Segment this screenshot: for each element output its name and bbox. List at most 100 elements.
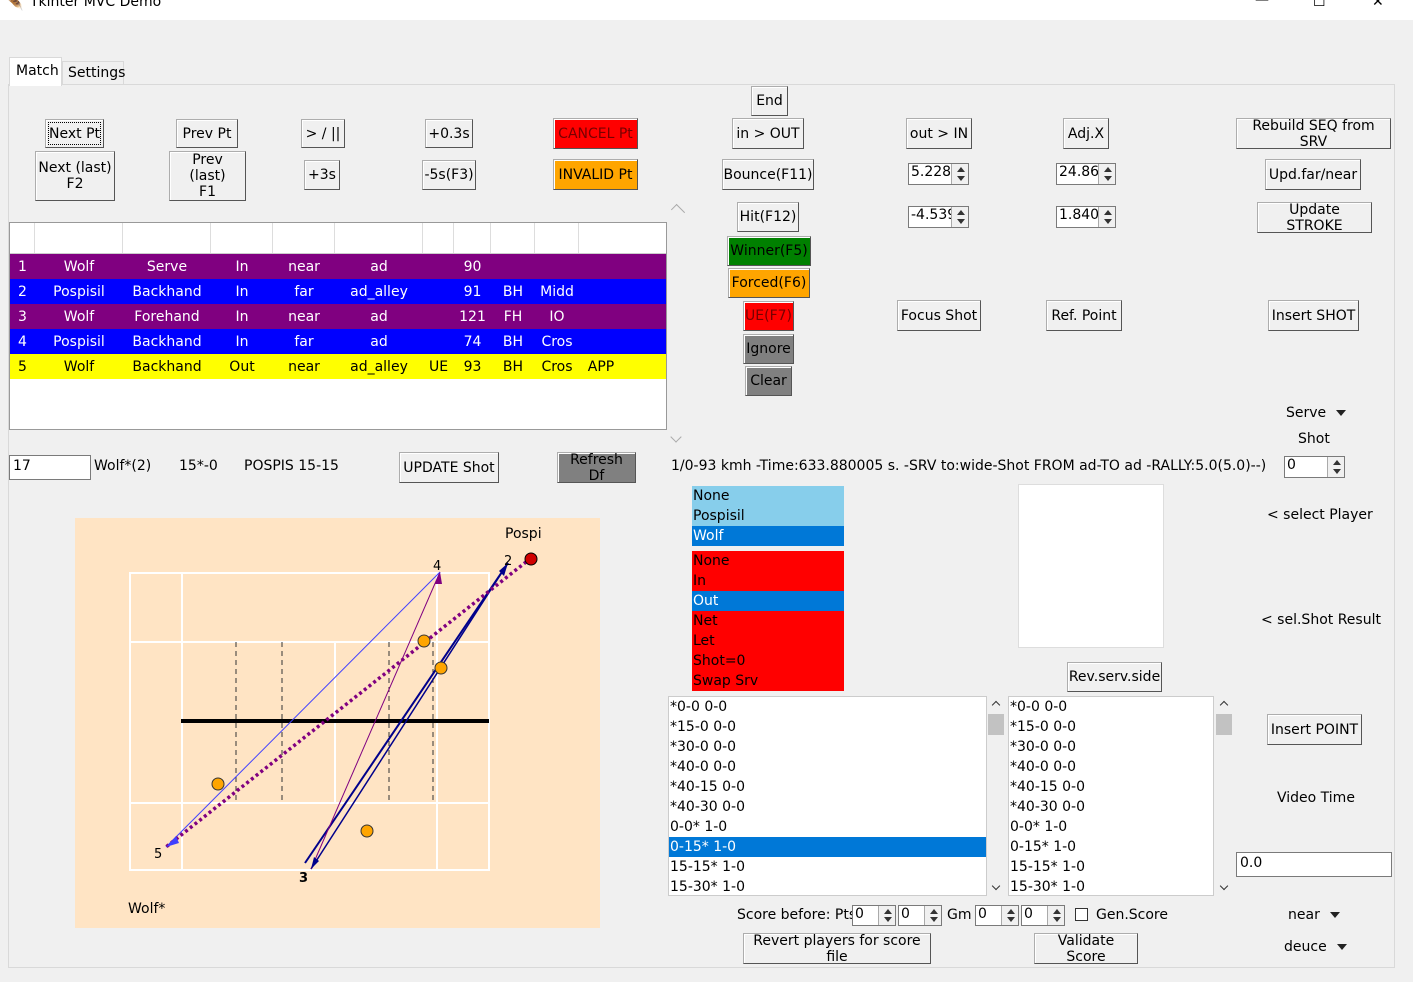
prev-last-button[interactable]: Prev (last) F1 [169, 151, 246, 201]
score-list-item[interactable]: *15-0 0-0 [669, 717, 986, 737]
result-list-item[interactable]: Shot=0 [692, 651, 844, 671]
ref-point-button[interactable]: Ref. Point [1046, 300, 1122, 331]
spin-arrows-icon[interactable] [878, 906, 895, 925]
score-listbox-right[interactable]: *0-0 0-0 *15-0 0-0 *30-0 0-0 *40-0 0-0 *40-1… [1008, 696, 1214, 896]
next-pt-button[interactable]: Next Pt [45, 119, 104, 148]
deuce-dropdown[interactable]: deuce [1284, 939, 1347, 955]
score-list-item[interactable]: *0-0 0-0 [1009, 697, 1213, 717]
score-list-item[interactable]: *30-0 0-0 [669, 737, 986, 757]
table-row[interactable]: 1 Wolf Serve In near ad 90 [10, 254, 666, 279]
cancel-pt-button[interactable]: CANCEL Pt [553, 118, 638, 149]
next-last-button[interactable]: Next (last) F2 [35, 151, 115, 201]
ignore-button[interactable]: Ignore [743, 334, 794, 364]
tab-settings[interactable]: Settings [62, 61, 125, 85]
video-time-input[interactable]: 0.0 [1236, 852, 1392, 877]
minus-5s-button[interactable]: -5s(F3) [422, 160, 476, 190]
score-left-scrollbar[interactable] [988, 696, 1004, 896]
table-row[interactable]: 2 Pospisil Backhand In far ad_alley 91 BH Midd [10, 279, 666, 304]
refresh-df-button[interactable]: Refresh Df [557, 452, 636, 484]
score-list-item[interactable]: 15-30* 1-0 [669, 877, 986, 895]
near-dropdown[interactable]: near [1288, 907, 1340, 923]
gen-score-checkbox[interactable] [1075, 908, 1088, 921]
court-diagram[interactable]: 2 4 3 5 Pospi Wolf* [75, 518, 600, 928]
player-list-item[interactable]: Pospisil [692, 506, 844, 526]
plus-3s-button[interactable]: +3s [304, 160, 340, 190]
result-list-item[interactable]: Net [692, 611, 844, 631]
score-listbox-left[interactable]: *0-0 0-0 *15-0 0-0 *30-0 0-0 *40-0 0-0 *40-1… [668, 696, 987, 896]
player-listbox[interactable]: None Pospisil Wolf [692, 486, 844, 546]
plus-0-3s-button[interactable]: +0.3s [425, 119, 473, 148]
close-icon[interactable]: ✕ [1372, 0, 1384, 10]
in-out-button[interactable]: in > OUT [732, 118, 804, 149]
score-list-item[interactable]: 15-15* 1-0 [669, 857, 986, 877]
upd-far-near-button[interactable]: Upd.far/near [1265, 159, 1361, 190]
score-list-item[interactable]: *40-15 0-0 [1009, 777, 1213, 797]
score-list-item[interactable]: *40-30 0-0 [1009, 797, 1213, 817]
validate-score-button[interactable]: Validate Score [1034, 933, 1138, 965]
minimize-icon[interactable]: — [1255, 0, 1269, 8]
score-list-item[interactable]: *15-0 0-0 [1009, 717, 1213, 737]
result-list-item[interactable]: Let [692, 631, 844, 651]
spinbox-4[interactable]: 1.840 [1056, 206, 1116, 228]
score-list-item[interactable]: 0-0* 1-0 [1009, 817, 1213, 837]
ue-button[interactable]: UE(F7) [743, 301, 794, 331]
spin-arrows-icon[interactable] [951, 164, 968, 184]
point-number-input[interactable]: 17 [9, 455, 91, 480]
score-list-item[interactable]: 0-15* 1-0 [669, 837, 986, 857]
spinbox-2[interactable]: -4.539 [908, 206, 969, 228]
scroll-thumb[interactable] [1216, 714, 1232, 735]
serve-dropdown[interactable]: Serve [1286, 405, 1347, 421]
spin-arrows-icon[interactable] [1047, 906, 1064, 925]
adj-x-button[interactable]: Adj.X [1063, 118, 1109, 149]
end-button[interactable]: End [751, 86, 788, 116]
gm-spinbox-1[interactable]: 0 [975, 905, 1019, 926]
scroll-down-icon[interactable] [1219, 881, 1229, 891]
play-pause-button[interactable]: > / || [301, 119, 345, 148]
insert-shot-button[interactable]: Insert SHOT [1268, 300, 1359, 331]
pts-spinbox-2[interactable]: 0 [898, 905, 942, 926]
spin-arrows-icon[interactable] [1098, 207, 1115, 227]
score-list-item[interactable]: *40-0 0-0 [669, 757, 986, 777]
focus-shot-button[interactable]: Focus Shot [897, 300, 981, 331]
maximize-icon[interactable]: ☐ [1313, 0, 1326, 10]
spin-arrows-icon[interactable] [924, 906, 941, 925]
score-list-item[interactable]: 0-0* 1-0 [669, 817, 986, 837]
result-list-item[interactable]: None [692, 551, 844, 571]
insert-point-button[interactable]: Insert POINT [1267, 714, 1362, 745]
result-list-item[interactable]: Swap Srv [692, 671, 844, 691]
rev-serv-side-button[interactable]: Rev.serv.side [1067, 662, 1162, 692]
table-row[interactable]: 3 Wolf Forehand In near ad 121 FH IO [10, 304, 666, 329]
spinbox-3[interactable]: 24.861 [1056, 163, 1116, 185]
score-list-item[interactable]: 0-15* 1-0 [1009, 837, 1213, 857]
score-list-item[interactable]: *30-0 0-0 [1009, 737, 1213, 757]
shot-result-listbox[interactable]: None In Out Net Let Shot=0 Swap Srv [692, 551, 844, 691]
forced-button[interactable]: Forced(F6) [728, 268, 810, 298]
player-list-item[interactable]: None [692, 486, 844, 506]
score-list-item[interactable]: *40-30 0-0 [669, 797, 986, 817]
spin-arrows-icon[interactable] [1001, 906, 1018, 925]
winner-button[interactable]: Winner(F5) [727, 236, 811, 266]
hit-button[interactable]: Hit(F12) [737, 202, 799, 232]
table-row[interactable]: 5 Wolf Backhand Out near ad_alley UE 93 BH Cros AP… [10, 354, 666, 379]
result-list-item[interactable]: Out [692, 591, 844, 611]
spin-arrows-icon[interactable] [1098, 164, 1115, 184]
scroll-up-icon[interactable] [991, 700, 1001, 710]
update-stroke-button[interactable]: Update STROKE [1257, 202, 1372, 234]
score-list-item[interactable]: *40-15 0-0 [669, 777, 986, 797]
score-list-item[interactable]: *0-0 0-0 [669, 697, 986, 717]
empty-listbox[interactable] [1018, 484, 1164, 648]
out-in-button[interactable]: out > IN [906, 118, 972, 149]
rebuild-seq-button[interactable]: Rebuild SEQ from SRV [1236, 118, 1391, 150]
scroll-thumb[interactable] [988, 714, 1004, 735]
player-list-item[interactable]: Wolf [692, 526, 844, 546]
score-list-item[interactable]: *40-0 0-0 [1009, 757, 1213, 777]
spin-arrows-icon[interactable] [951, 207, 968, 227]
bounce-button[interactable]: Bounce(F11) [722, 159, 814, 190]
spinbox-1[interactable]: 5.228 [908, 163, 969, 185]
pts-spinbox-1[interactable]: 0 [852, 905, 896, 926]
table-row[interactable]: 4 Pospisil Backhand In far ad 74 BH Cros [10, 329, 666, 354]
tab-match[interactable]: Match [9, 57, 62, 86]
shot-spinbox[interactable]: 0 [1284, 456, 1345, 478]
score-list-item[interactable]: 15-30* 1-0 [1009, 877, 1213, 895]
prev-pt-button[interactable]: Prev Pt [176, 119, 238, 148]
